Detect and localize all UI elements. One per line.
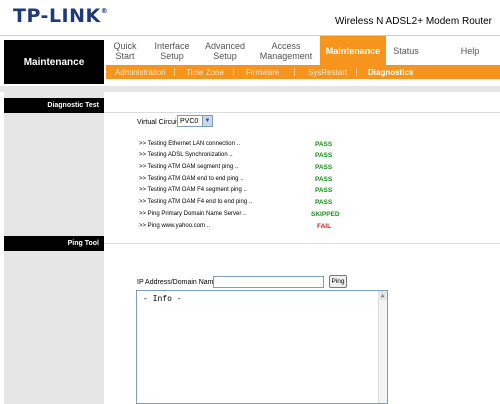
diag-result: SKIPPED: [311, 211, 340, 218]
sub-nav: Administration Time Zone Firmware SysRes…: [106, 65, 500, 79]
diag-label: >> Testing ADSL Synchronization ..: [139, 152, 233, 158]
diag-row: >> Testing ADSL Synchronization .. PASS: [139, 152, 379, 162]
ping-tool-header: Ping Tool: [4, 236, 104, 251]
main-nav: Maintenance Quick Start Interface Setup …: [0, 35, 500, 84]
ip-address-input[interactable]: [213, 276, 324, 288]
virtual-circuit-select[interactable]: PVC0 ▼: [177, 115, 213, 127]
diagnostic-test-header: Diagnostic Test: [4, 98, 104, 113]
section-divider: [104, 112, 500, 113]
diag-row: >> Testing ATM OAM F4 segment ping .. PA…: [139, 187, 379, 197]
diag-result: PASS: [315, 176, 333, 183]
nav-quick-start[interactable]: Quick Start: [106, 36, 144, 66]
nav-maintenance[interactable]: Maintenance: [320, 36, 386, 66]
section-title: Maintenance: [4, 40, 104, 84]
diag-row: >> Ping www.yahoo.com .. FAIL: [139, 223, 379, 233]
info-text: - Info -: [143, 294, 182, 303]
tp-link-logo: TP-LINK®: [13, 5, 109, 27]
chevron-down-icon: ▼: [202, 116, 212, 126]
diag-result: FAIL: [317, 223, 332, 230]
chevron-up-icon[interactable]: ▲: [378, 291, 387, 300]
diag-row: >> Testing ATM OAM F4 end to end ping ..…: [139, 199, 379, 209]
subnav-diagnostics[interactable]: Diagnostics: [368, 65, 413, 79]
nav-help[interactable]: Help: [450, 36, 490, 66]
section-divider: [104, 243, 500, 244]
nav-items: Quick Start Interface Setup Advanced Set…: [106, 36, 500, 66]
diag-label: >> Ping Primary Domain Name Server ..: [139, 211, 247, 217]
nav-interface-setup[interactable]: Interface Setup: [148, 36, 196, 66]
diag-result: PASS: [315, 164, 333, 171]
ping-button[interactable]: Ping: [329, 275, 347, 288]
diag-result: PASS: [315, 199, 333, 206]
subnav-separator: [356, 68, 357, 76]
nav-advanced-setup[interactable]: Advanced Setup: [200, 36, 250, 66]
virtual-circuit-label: Virtual Circuit: [137, 119, 179, 126]
diag-row: >> Ping Primary Domain Name Server .. SK…: [139, 211, 379, 221]
subnav-time-zone[interactable]: Time Zone: [186, 65, 224, 79]
ip-address-label: IP Address/Domain Name: [137, 279, 218, 286]
diag-label: >> Testing Ethernet LAN connection ..: [139, 141, 240, 147]
model-name: Wireless N ADSL2+ Modem Router: [334, 16, 492, 27]
diag-label: >> Ping www.yahoo.com ..: [139, 223, 211, 229]
diag-label: >> Testing ATM OAM F4 segment ping ..: [139, 187, 247, 193]
ping-info-textarea[interactable]: - Info - ▲: [136, 290, 388, 404]
diag-row: >> Testing Ethernet LAN connection .. PA…: [139, 141, 379, 151]
scrollbar[interactable]: ▲: [378, 291, 387, 403]
subnav-separator: [233, 68, 234, 76]
diag-label: >> Testing ATM OAM segment ping ..: [139, 164, 239, 170]
subnav-firmware[interactable]: Firmware: [246, 65, 279, 79]
subnav-separator: [294, 68, 295, 76]
subnav-administration[interactable]: Administration: [115, 65, 166, 79]
diag-row: >> Testing ATM OAM segment ping .. PASS: [139, 164, 379, 174]
subnav-sysrestart[interactable]: SysRestart: [308, 65, 347, 79]
header: TP-LINK® Wireless N ADSL2+ Modem Router: [0, 0, 500, 35]
diag-row: >> Testing ATM OAM end to end ping .. PA…: [139, 176, 379, 186]
nav-access-management[interactable]: Access Management: [254, 36, 318, 66]
subnav-separator: [174, 68, 175, 76]
nav-status[interactable]: Status: [388, 36, 424, 66]
diag-label: >> Testing ATM OAM F4 end to end ping ..: [139, 199, 253, 205]
diag-result: PASS: [315, 141, 333, 148]
diag-result: PASS: [315, 152, 333, 159]
diag-label: >> Testing ATM OAM end to end ping ..: [139, 176, 244, 182]
diag-result: PASS: [315, 187, 333, 194]
virtual-circuit-value: PVC0: [180, 117, 199, 125]
